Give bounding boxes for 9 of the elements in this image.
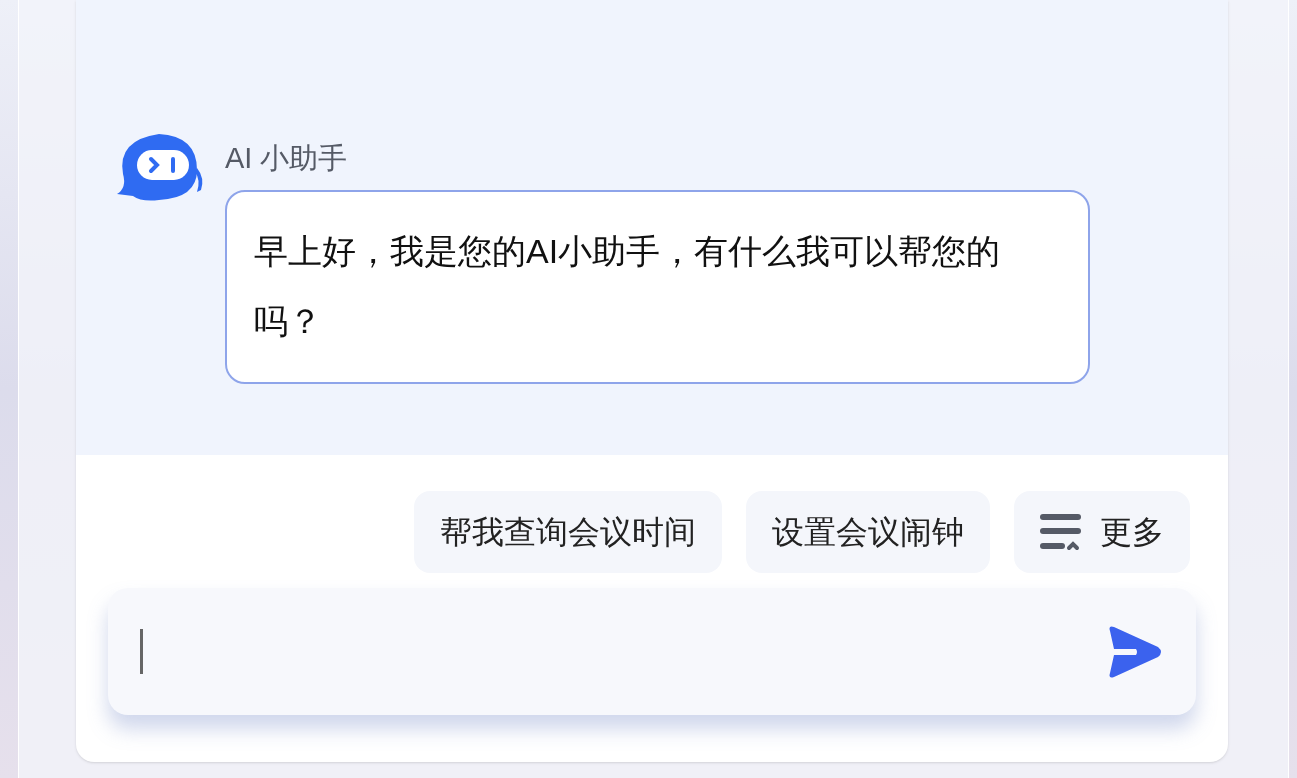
suggestion-chip[interactable]: 设置会议闹钟 (746, 491, 990, 573)
list-icon (1040, 513, 1082, 551)
message-input-field[interactable] (108, 588, 1196, 715)
message-bubble: 早上好，我是您的AI小助手，有什么我可以帮您的吗？ (225, 190, 1090, 384)
more-button[interactable]: 更多 (1014, 491, 1190, 573)
text-cursor (140, 629, 143, 674)
suggestion-chip[interactable]: 帮我查询会议时间 (414, 491, 722, 573)
send-icon[interactable] (1106, 624, 1162, 679)
assistant-name: AI 小助手 (225, 141, 349, 176)
